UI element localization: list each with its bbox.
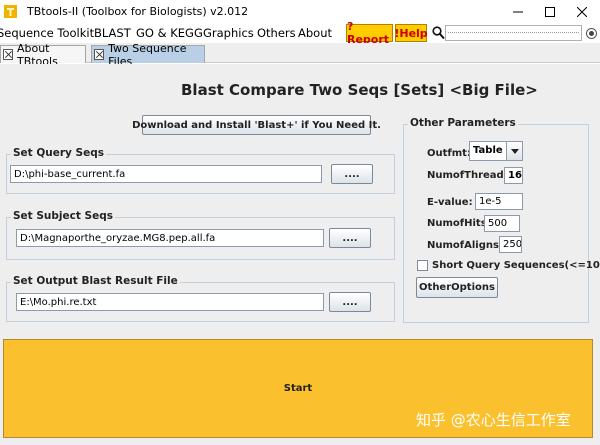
evalue-input[interactable]: 1e-5 — [475, 193, 523, 210]
short-query-checkbox[interactable] — [417, 260, 428, 271]
subject-file-field[interactable]: D:\Magnaporthe_oryzae.MG8.pep.all.fa — [16, 229, 324, 247]
numaligns-label: NumofAligns: — [427, 240, 503, 251]
menu-go-kegg[interactable]: GO & KEGG — [136, 26, 203, 40]
query-file-field[interactable]: D:\phi-base_current.fa — [10, 165, 322, 183]
menu-sequence-toolkit[interactable]: Sequence Toolkit — [0, 26, 94, 40]
outfmt-value: Table — [473, 145, 503, 156]
query-seqs-title: Set Query Seqs — [11, 147, 107, 159]
threads-label: NumofThreads: — [427, 170, 514, 181]
tab-about-tbtools[interactable]: About TBtools — [0, 42, 86, 68]
menu-bar: Sequence Toolkit BLAST GO & KEGG Graphic… — [0, 20, 600, 46]
help-button[interactable]: !Help — [394, 24, 428, 42]
tab-two-sequence-files[interactable]: Two Sequence Files — [91, 42, 205, 68]
theme-radio[interactable] — [586, 28, 597, 39]
watermark: 知乎 @农心生信工作室 — [416, 411, 571, 429]
blast-two-seqs-panel: Blast Compare Two Seqs [Sets] <Big File>… — [0, 64, 600, 445]
threads-input[interactable]: 16 — [504, 167, 523, 184]
page-title: Blast Compare Two Seqs [Sets] <Big File> — [181, 81, 538, 99]
output-file-group: Set Output Blast Result File E:\Mo.phi.r… — [6, 275, 395, 322]
other-parameters-group: Other Parameters Outfmt: Table NumofThre… — [403, 117, 600, 323]
query-seqs-group: Set Query Seqs D:\phi-base_current.fa ..… — [6, 147, 395, 194]
title-bar: TBtools-II (Toolbox for Biologists) v2.0… — [0, 0, 600, 23]
menu-others[interactable]: Others — [257, 26, 296, 40]
download-blast-button[interactable]: Download and Install 'Blast+' if You Nee… — [132, 115, 381, 135]
other-parameters-title: Other Parameters — [408, 117, 518, 129]
output-file-field[interactable]: E:\Mo.phi.re.txt — [16, 293, 324, 311]
report-button[interactable]: ?Report — [346, 20, 393, 46]
search-icon — [432, 26, 445, 40]
numhits-label: NumofHits: — [427, 218, 491, 229]
outfmt-select[interactable]: Table — [469, 141, 523, 161]
close-icon[interactable] — [3, 49, 13, 60]
query-browse-button[interactable]: .... — [331, 164, 373, 184]
menu-blast[interactable]: BLAST — [94, 26, 131, 40]
minimize-icon — [513, 11, 523, 12]
close-icon — [577, 6, 587, 17]
menu-graphics[interactable]: Graphics — [203, 26, 254, 40]
short-query-label: Short Query Sequences(<=100bp) — [432, 260, 600, 271]
close-icon[interactable] — [94, 49, 105, 60]
window-title: TBtools-II (Toolbox for Biologists) v2.0… — [27, 5, 249, 18]
search-input[interactable] — [445, 25, 582, 41]
subject-seqs-title: Set Subject Seqs — [11, 210, 115, 222]
output-file-title: Set Output Blast Result File — [11, 275, 180, 287]
output-browse-button[interactable]: .... — [329, 292, 371, 312]
numhits-input[interactable]: 500 — [484, 215, 520, 232]
menu-about[interactable]: About — [298, 26, 332, 40]
tbtools-app-icon — [4, 5, 17, 18]
subject-seqs-group: Set Subject Seqs D:\Magnaporthe_oryzae.M… — [6, 210, 395, 260]
evalue-label: E-value: — [427, 197, 473, 208]
outfmt-label: Outfmt: — [427, 148, 471, 159]
subject-browse-button[interactable]: .... — [329, 228, 371, 248]
close-window-button[interactable] — [562, 0, 600, 23]
numaligns-input[interactable]: 250 — [499, 236, 522, 253]
chevron-down-icon[interactable] — [506, 142, 522, 160]
tab-strip: About TBtools Two Sequence Files — [0, 42, 600, 68]
other-options-button[interactable]: OtherOptions — [416, 277, 498, 298]
maximize-icon — [545, 6, 555, 17]
